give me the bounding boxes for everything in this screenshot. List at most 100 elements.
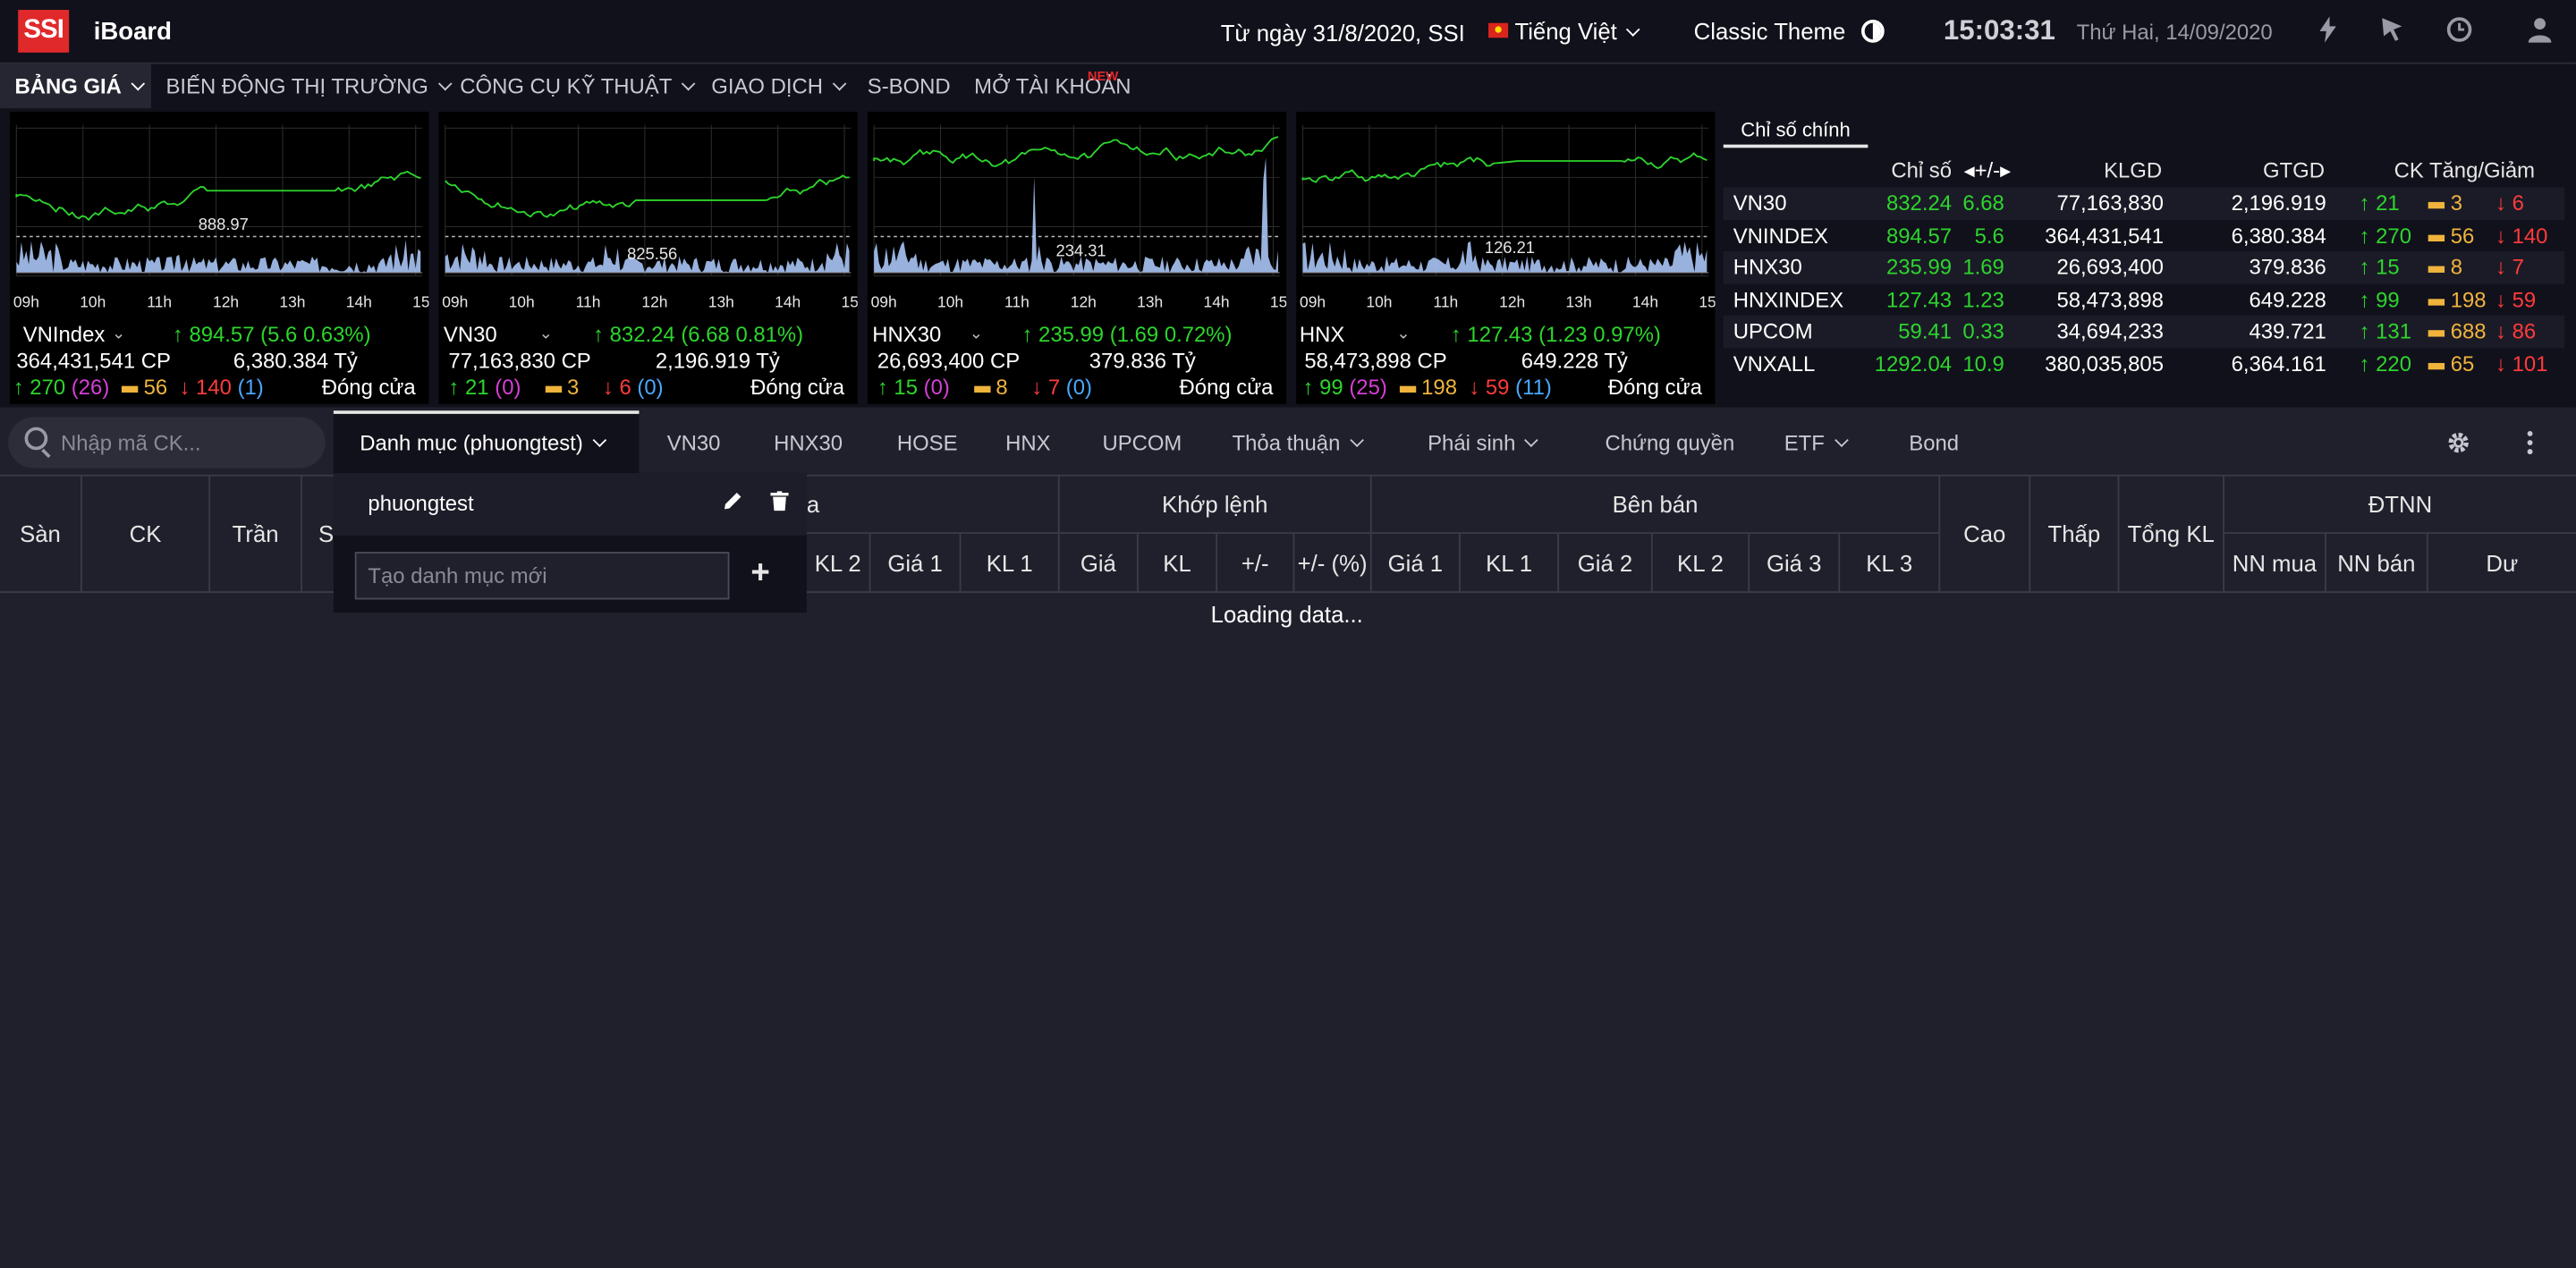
col-kl2[interactable]: KL 2 bbox=[806, 533, 871, 594]
col-kl[interactable]: KL bbox=[1138, 533, 1218, 594]
announcement-banner[interactable]: Từ ngày 31/8/2020, SSI bbox=[1221, 20, 1465, 46]
search-input[interactable] bbox=[60, 417, 316, 469]
hour-label: 11h bbox=[576, 292, 601, 310]
col-sell-gia1[interactable]: Giá 1 bbox=[1371, 533, 1461, 594]
watchlist-item[interactable]: phuongtest bbox=[333, 472, 807, 536]
chevron-down-icon[interactable]: ⌄ bbox=[1396, 325, 1410, 343]
price-line bbox=[445, 174, 850, 218]
trash-icon[interactable] bbox=[770, 491, 789, 516]
menu-bien-dong[interactable]: Biến động thị trường bbox=[165, 73, 453, 99]
col-thap[interactable]: Thấp bbox=[2030, 476, 2120, 594]
menu-cong-cu[interactable]: Công cụ kỹ thuật bbox=[460, 74, 696, 98]
panel-hnx[interactable]: 126.21 09h 10h 11h 12h 13h 14h 15h HNX ⌄ ↑ 127.… bbox=[1296, 111, 1716, 404]
col-cao[interactable]: Cao bbox=[1940, 476, 2031, 594]
hour-label: 14h bbox=[1204, 292, 1230, 310]
col-gia1[interactable]: Giá 1 bbox=[870, 533, 962, 594]
tab-vn30[interactable]: VN30 bbox=[667, 430, 721, 455]
tab-label: Danh mục (phuongtest) bbox=[360, 430, 583, 455]
index-volume: 77,163,830 bbox=[2056, 190, 2164, 216]
theme-selector[interactable]: Classic Theme bbox=[1694, 18, 1846, 44]
panel-vn30[interactable]: 825.56 09h 10h 11h 12h 13h 14h 15h VN30 ⌄ ↑ 832… bbox=[438, 111, 858, 404]
chevron-down-icon[interactable]: ⌄ bbox=[112, 325, 125, 343]
tab-upcom[interactable]: UPCOM bbox=[1102, 430, 1182, 455]
col-tran[interactable]: Trần bbox=[210, 476, 302, 594]
tab-hnx30[interactable]: HNX30 bbox=[774, 430, 843, 455]
pencil-icon[interactable] bbox=[723, 491, 742, 516]
tab-label: Phái sinh bbox=[1428, 430, 1516, 455]
change-toggle-icon[interactable]: ◂+/-▸ bbox=[1964, 157, 2012, 183]
index-row[interactable]: HNX30 235.99 1.69 26,693,400 379.836 ↑ 1… bbox=[1723, 251, 2565, 283]
col-gia[interactable]: Giá bbox=[1059, 533, 1139, 594]
panel-breadth: ↑ 270 (26) 56 ↓ 140 (1) bbox=[13, 374, 264, 400]
plus-icon[interactable]: + bbox=[750, 555, 769, 593]
stock-search[interactable] bbox=[8, 417, 326, 469]
tab-thoa-thuan[interactable]: Thỏa thuận bbox=[1233, 430, 1364, 455]
contrast-icon[interactable] bbox=[1861, 20, 1885, 43]
hour-label: 13h bbox=[279, 292, 305, 310]
chevron-down-icon[interactable]: ⌄ bbox=[538, 325, 552, 343]
col-nn-mua[interactable]: NN mua bbox=[2224, 533, 2326, 594]
new-watchlist-input[interactable] bbox=[354, 552, 730, 600]
col-change-pct[interactable]: +/- (%) bbox=[1294, 533, 1372, 594]
menu-s-bond[interactable]: S-BOND bbox=[868, 74, 951, 99]
breadth-down: ↓ 101 bbox=[2495, 351, 2548, 376]
flash-icon[interactable] bbox=[2313, 16, 2343, 46]
hour-label: 10h bbox=[80, 292, 106, 310]
col-tong-kl[interactable]: Tổng KL bbox=[2119, 476, 2224, 594]
index-row[interactable]: UPCOM 59.41 0.33 34,694,233 439.721 ↑ 13… bbox=[1723, 315, 2565, 348]
col-ck[interactable]: CK bbox=[81, 476, 211, 594]
kebab-icon[interactable] bbox=[2527, 430, 2533, 460]
tab-etf[interactable]: ETF bbox=[1784, 430, 1848, 455]
tab-bond[interactable]: Bond bbox=[1909, 430, 1959, 455]
gear-icon[interactable] bbox=[2446, 430, 2471, 455]
chevron-down-icon[interactable]: ⌄ bbox=[970, 325, 983, 343]
tab-chung-quyen[interactable]: Chứng quyền bbox=[1605, 430, 1734, 455]
tab-phai-sinh[interactable]: Phái sinh bbox=[1428, 430, 1539, 455]
hour-label: 15h bbox=[1699, 292, 1715, 310]
menu-giao-dich[interactable]: Giao dịch bbox=[711, 74, 847, 98]
index-row[interactable]: VNINDEX 894.57 5.6 364,431,541 6,380.384… bbox=[1724, 219, 2564, 251]
hour-label: 12h bbox=[1499, 292, 1525, 310]
col-sell-kl3[interactable]: KL 3 bbox=[1840, 533, 1941, 594]
col-change[interactable]: +/- bbox=[1217, 533, 1295, 594]
col-sell-gia3[interactable]: Giá 3 bbox=[1750, 533, 1841, 594]
tab-danh-muc[interactable]: Danh mục (phuongtest) bbox=[360, 430, 606, 455]
col-index: Chỉ số bbox=[1891, 157, 1953, 182]
col-ben-ban: Bên bán bbox=[1371, 476, 1941, 534]
tab-chi-so-chinh[interactable]: Chỉ số chính bbox=[1723, 112, 1868, 148]
user-icon[interactable] bbox=[2525, 16, 2555, 46]
menu-bang-gia[interactable]: Bảng giá bbox=[15, 74, 146, 98]
index-name: UPCOM bbox=[1733, 318, 1813, 343]
index-row[interactable]: VNXALL 1292.04 10.9 380,035,805 6,364.16… bbox=[1724, 347, 2564, 379]
col-sell-gia2[interactable]: Giá 2 bbox=[1559, 533, 1653, 594]
col-khop-lenh: Khớp lệnh bbox=[1059, 476, 1372, 534]
panel-index-name: HNX30 bbox=[872, 322, 942, 347]
tab-hose[interactable]: HOSE bbox=[897, 430, 958, 455]
index-volume: 364,431,541 bbox=[2045, 222, 2164, 248]
index-row[interactable]: HNXINDEX 127.43 1.23 58,473,898 649.228 … bbox=[1724, 283, 2564, 316]
panel-hnx30[interactable]: 234.31 09h 10h 11h 12h 13h 14h 15h HNX30 ⌄ ↑ 23… bbox=[867, 111, 1287, 404]
language-selector[interactable]: Tiếng Việt bbox=[1488, 18, 1640, 45]
index-row[interactable]: VN30 832.24 6.68 77,163,830 2,196.919 ↑ … bbox=[1723, 187, 2565, 220]
panel-vnindex[interactable]: 888.97 09h 10h 11h 12h 13h 14h 15h VNIndex ⌄ ↑ … bbox=[10, 111, 429, 404]
col-sell-kl1[interactable]: KL 1 bbox=[1460, 533, 1560, 594]
index-name: HNX30 bbox=[1733, 254, 1802, 280]
col-san[interactable]: Sàn bbox=[0, 476, 82, 594]
tab-label: ETF bbox=[1784, 430, 1825, 455]
col-kl1[interactable]: KL 1 bbox=[961, 533, 1060, 594]
clock-icon[interactable] bbox=[2445, 16, 2474, 46]
chevron-down-icon bbox=[1834, 433, 1848, 448]
ssi-logo[interactable]: SSI bbox=[18, 10, 70, 53]
col-du[interactable]: Dư bbox=[2428, 534, 2576, 594]
tab-hnx[interactable]: HNX bbox=[1005, 430, 1050, 455]
breadth-down: ↓ 7 bbox=[2495, 254, 2524, 280]
hour-label: 09h bbox=[442, 292, 468, 310]
new-badge: NEW bbox=[1087, 69, 1119, 84]
hour-label: 13h bbox=[1566, 292, 1592, 310]
menu-label: Biến động thị trường bbox=[165, 73, 428, 99]
col-sell-kl2[interactable]: KL 2 bbox=[1652, 533, 1750, 594]
cursor-icon[interactable] bbox=[2377, 16, 2407, 46]
vietnam-flag-icon bbox=[1488, 22, 1509, 38]
index-value: 894.57 bbox=[1885, 222, 1953, 248]
col-nn-ban[interactable]: NN bán bbox=[2326, 533, 2428, 594]
